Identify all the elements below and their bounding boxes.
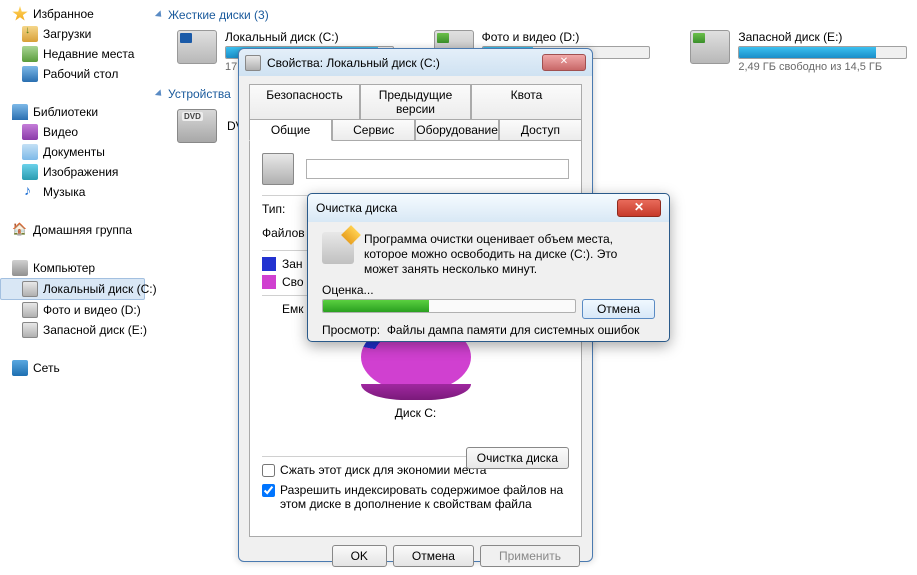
drive-icon: [22, 281, 38, 297]
disk-item-e[interactable]: Запасной диск (E:) 2,49 ГБ свободно из 1…: [690, 30, 907, 73]
section-hdd[interactable]: Жесткие диски (3): [157, 8, 907, 22]
disk-name: Фото и видео (D:): [482, 30, 651, 44]
sidebar-recent[interactable]: Недавние места: [0, 44, 145, 64]
sidebar-downloads[interactable]: Загрузки: [0, 24, 145, 44]
music-icon: [22, 184, 38, 200]
disk-cleanup-button[interactable]: Очистка диска: [466, 447, 569, 469]
library-icon: [12, 104, 28, 120]
disk-stat: 2,49 ГБ свободно из 14,5 ГБ: [738, 61, 907, 73]
volume-name-input[interactable]: [306, 159, 569, 179]
disk-cleanup-dialog: Очистка диска ✕ Программа очистки оценив…: [307, 193, 670, 342]
sidebar-homegroup[interactable]: Домашняя группа: [0, 220, 145, 240]
tab-quota[interactable]: Квота: [471, 84, 582, 119]
dialog-titlebar[interactable]: Свойства: Локальный диск (C:) ✕: [239, 49, 592, 76]
free-color-icon: [262, 275, 276, 289]
drive-icon: [22, 302, 38, 318]
video-icon: [22, 124, 38, 140]
index-label: Разрешить индексировать содержимое файло…: [280, 483, 569, 511]
usage-bar: [738, 46, 907, 59]
star-icon: [12, 6, 28, 22]
cancel-button[interactable]: Отмена: [582, 299, 655, 319]
desktop-icon: [22, 66, 38, 82]
used-label: Зан: [282, 257, 303, 271]
drive-icon: [262, 153, 294, 185]
tab-general[interactable]: Общие: [249, 119, 332, 141]
view-value: Файлы дампа памяти для системных ошибок: [387, 323, 640, 337]
disk-name: Локальный диск (C:): [225, 30, 394, 44]
cancel-button[interactable]: Отмена: [393, 545, 474, 567]
compress-label: Сжать этот диск для экономии места: [280, 463, 486, 477]
ok-button[interactable]: OK: [332, 545, 387, 567]
drive-icon: [22, 322, 38, 338]
network-icon: [12, 360, 28, 376]
tab-tools[interactable]: Сервис: [332, 119, 415, 141]
tab-security[interactable]: Безопасность: [249, 84, 360, 119]
close-button[interactable]: ✕: [542, 54, 586, 71]
index-checkbox[interactable]: [262, 484, 275, 497]
sidebar-images[interactable]: Изображения: [0, 162, 145, 182]
free-label: Сво: [282, 275, 304, 289]
sidebar-computer[interactable]: Компьютер: [0, 258, 145, 278]
dialog-title: Свойства: Локальный диск (C:): [267, 56, 536, 70]
sidebar-drive-d[interactable]: Фото и видео (D:): [0, 300, 145, 320]
capacity-label: Емк: [282, 302, 304, 316]
sidebar-documents[interactable]: Документы: [0, 142, 145, 162]
dialog-titlebar[interactable]: Очистка диска ✕: [308, 194, 669, 222]
document-icon: [22, 144, 38, 160]
tab-sharing[interactable]: Доступ: [499, 119, 582, 141]
dvd-icon[interactable]: [177, 109, 217, 143]
image-icon: [22, 164, 38, 180]
homegroup-icon: [12, 222, 28, 238]
progress-bar: [322, 299, 576, 313]
recent-icon: [22, 46, 38, 62]
sidebar-network[interactable]: Сеть: [0, 358, 145, 378]
drive-icon: [177, 30, 217, 64]
used-color-icon: [262, 257, 276, 271]
type-label: Тип:: [262, 202, 285, 216]
drive-icon: [690, 30, 730, 64]
sidebar-drive-e[interactable]: Запасной диск (E:): [0, 320, 145, 340]
fs-label: Файлов: [262, 226, 305, 240]
tab-hardware[interactable]: Оборудование: [415, 119, 499, 141]
navigation-pane: Избранное Загрузки Недавние места Рабочи…: [0, 0, 145, 400]
sidebar-drive-c[interactable]: Локальный диск (C:): [0, 278, 145, 300]
dialog-title: Очистка диска: [316, 201, 617, 215]
disk-name: Запасной диск (E:): [738, 30, 907, 44]
disk-label: Диск C:: [262, 406, 569, 420]
sidebar-libraries[interactable]: Библиотеки: [0, 102, 145, 122]
evaluation-label: Оценка...: [322, 283, 655, 297]
chevron-icon: [155, 89, 164, 98]
view-label: Просмотр:: [322, 323, 380, 337]
sidebar-video[interactable]: Видео: [0, 122, 145, 142]
apply-button[interactable]: Применить: [480, 545, 580, 567]
cleanup-icon: [322, 232, 354, 264]
close-button[interactable]: ✕: [617, 199, 661, 217]
tab-previous-versions[interactable]: Предыдущие версии: [360, 84, 471, 119]
folder-icon: [22, 26, 38, 42]
sidebar-favorites[interactable]: Избранное: [0, 4, 145, 24]
sidebar-desktop[interactable]: Рабочий стол: [0, 64, 145, 84]
drive-icon: [245, 55, 261, 71]
chevron-icon: [155, 10, 164, 19]
sidebar-music[interactable]: Музыка: [0, 182, 145, 202]
cleanup-message: Программа очистки оценивает объем места,…: [364, 232, 655, 277]
compress-checkbox[interactable]: [262, 464, 275, 477]
computer-icon: [12, 260, 28, 276]
